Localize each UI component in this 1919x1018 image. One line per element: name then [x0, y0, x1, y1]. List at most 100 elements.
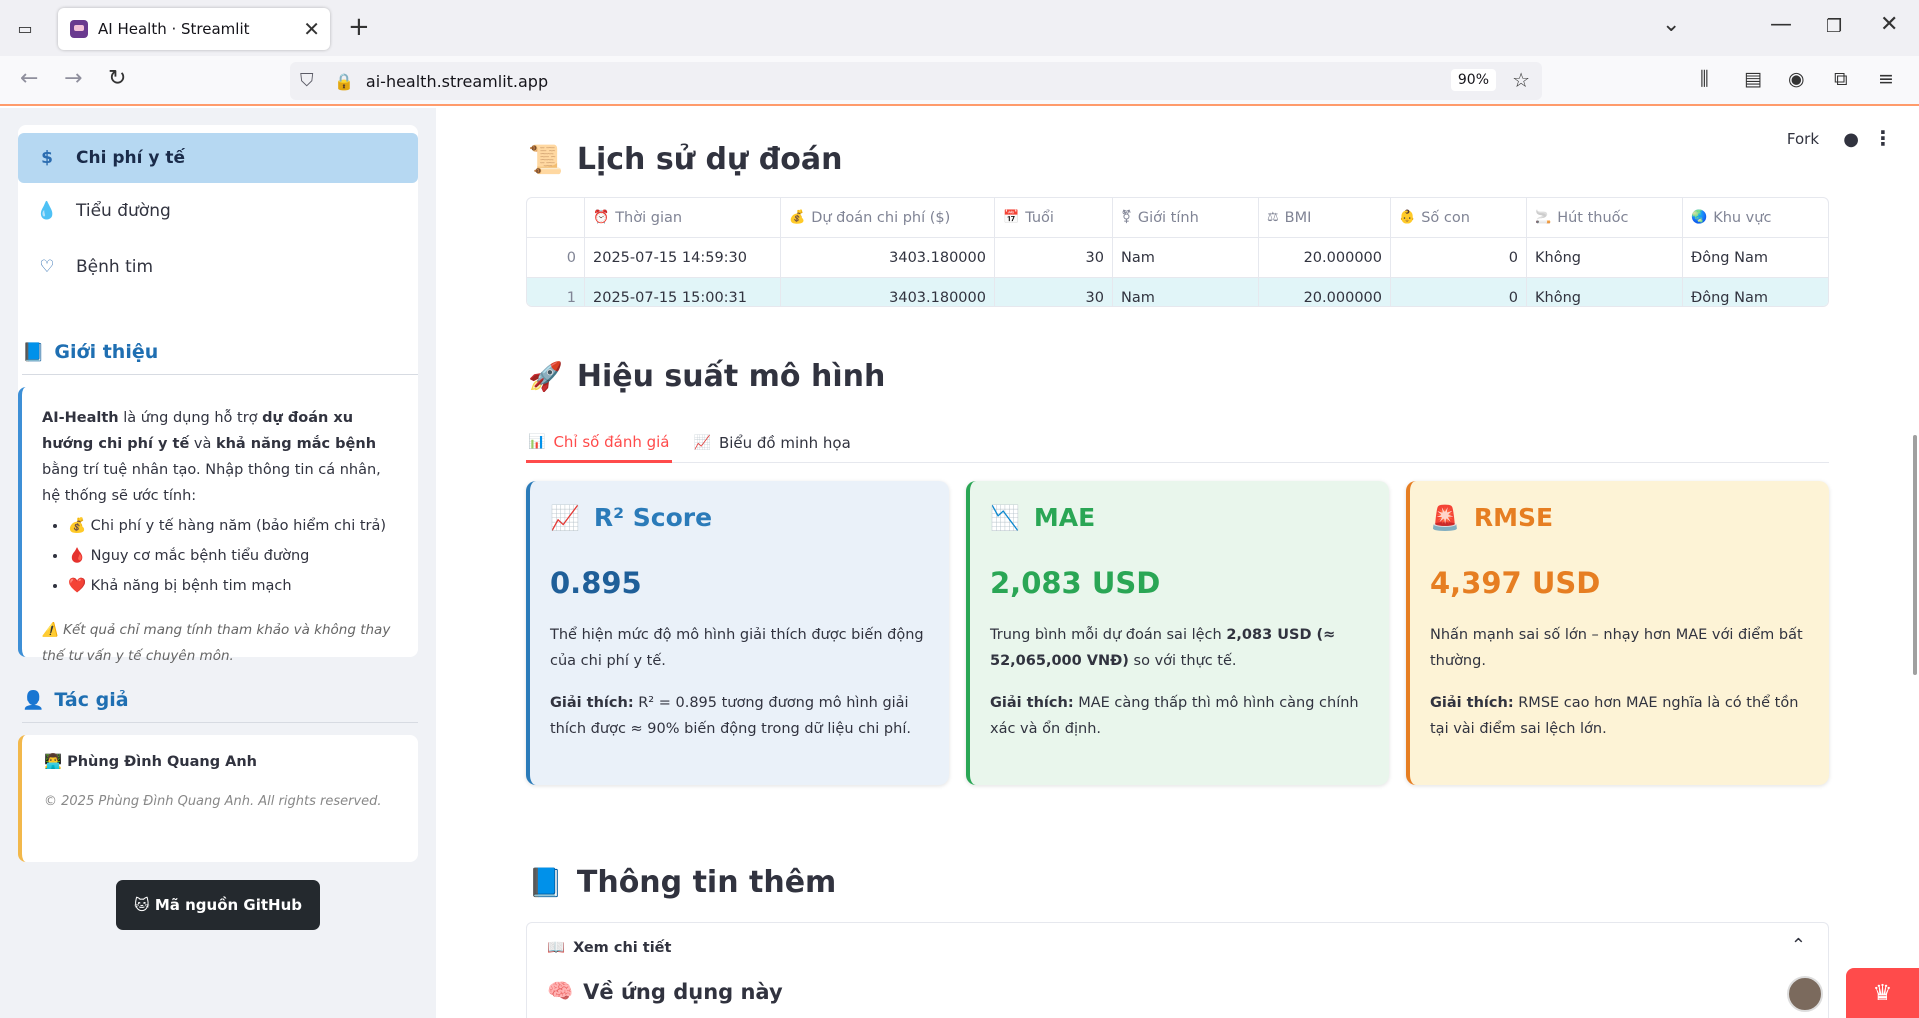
table-cell[interactable]: Nam — [1113, 278, 1259, 306]
table-cell[interactable]: 0 — [1391, 238, 1527, 277]
menu-icon[interactable]: ≡ — [1878, 68, 1894, 90]
row-index: 0 — [527, 238, 585, 277]
card-explanation: Giải thích: MAE càng thấp thì mô hình cà… — [990, 690, 1369, 742]
intro-paragraph: AI-Health là ứng dụng hỗ trợ dự đoán xu … — [42, 405, 400, 509]
table-cell[interactable]: Không — [1527, 278, 1683, 306]
performance-heading: 🚀 Hiệu suất mô hình — [528, 359, 885, 394]
tab-label: Biểu đồ minh họa — [718, 434, 851, 452]
history-table: ⏰ Thời gian 💰 Dự đoán chi phí ($) 📅 Tuổi ⚧ G… — [526, 197, 1829, 307]
table-cell[interactable]: 3403.180000 — [781, 238, 995, 277]
back-icon[interactable]: ← — [20, 66, 38, 91]
intro-brand: AI-Health — [42, 410, 119, 426]
forward-icon[interactable]: → — [64, 66, 82, 91]
table-cell[interactable]: 30 — [995, 278, 1113, 306]
streamlit-crown-icon[interactable]: ♛ — [1846, 968, 1919, 1018]
table-cell[interactable]: 0 — [1391, 278, 1527, 306]
index-header — [527, 198, 585, 237]
details-expander[interactable]: 📖 Xem chi tiết ⌃ 🧠 Về ứng dụng này — [526, 922, 1829, 1018]
dollar-icon: $ — [41, 148, 53, 168]
column-header[interactable]: 💰 Dự đoán chi phí ($) — [781, 198, 995, 237]
explain-label: Giải thích: — [550, 695, 634, 711]
explain-label: Giải thích: — [990, 695, 1074, 711]
reader-view-icon[interactable]: ▤ — [1744, 68, 1762, 90]
expander-header[interactable]: 📖 Xem chi tiết — [547, 939, 672, 957]
lock-icon[interactable]: 🔒 — [334, 72, 354, 91]
table-cell[interactable]: Nam — [1113, 238, 1259, 277]
table-cell[interactable]: 20.000000 — [1259, 238, 1391, 277]
sidebar-item-label: Chi phí y tế — [76, 148, 185, 168]
more-info-title: Thông tin thêm — [576, 865, 837, 900]
table-cell[interactable]: 2025-07-15 15:00:31 — [585, 278, 781, 306]
card-value: 4,397 USD — [1430, 566, 1601, 600]
github-icon[interactable]: ● — [1843, 129, 1859, 150]
gender-icon: ⚧ — [1121, 210, 1132, 225]
chevron-up-icon[interactable]: ⌃ — [1791, 935, 1806, 956]
card-explanation: Giải thích: RMSE cao hơn MAE nghĩa là có… — [1430, 690, 1809, 742]
list-tabs-chevron-icon[interactable]: ⌄ — [1662, 12, 1680, 37]
expander-label: Xem chi tiết — [573, 939, 672, 956]
person-icon: 👤 — [22, 689, 45, 711]
reload-icon[interactable]: ↻ — [108, 66, 126, 91]
sidebar-item-benh-tim[interactable]: ♡ Bệnh tim — [18, 239, 418, 295]
more-options-icon[interactable]: ⋮ — [1873, 126, 1893, 150]
zoom-level[interactable]: 90% — [1450, 69, 1496, 91]
tab-charts[interactable]: 📈 Biểu đồ minh họa — [692, 423, 853, 463]
github-source-button[interactable]: 🐱 Mã nguồn GitHub — [116, 880, 320, 930]
intro-heading: 📘 Giới thiệu — [22, 341, 158, 363]
new-tab-icon[interactable]: + — [348, 12, 370, 42]
table-cell[interactable]: 20.000000 — [1259, 278, 1391, 306]
sidebar-item-label: Bệnh tim — [76, 257, 154, 277]
table-cell[interactable]: Đông Nam — [1683, 278, 1828, 306]
table-cell[interactable]: Không — [1527, 238, 1683, 277]
shield-icon[interactable]: ⛉ — [300, 70, 320, 92]
money-bag-icon: 💰 — [789, 210, 806, 225]
table-header-row: ⏰ Thời gian 💰 Dự đoán chi phí ($) 📅 Tuổi ⚧ G… — [527, 198, 1828, 238]
column-header[interactable]: ⚖ BMI — [1259, 198, 1391, 237]
performance-title: Hiệu suất mô hình — [576, 359, 886, 394]
extensions-icon[interactable]: ⧉ — [1834, 68, 1848, 90]
tab-label: Chỉ số đánh giá — [553, 432, 670, 451]
column-header[interactable]: 🌏 Khu vực — [1683, 198, 1828, 237]
explain-label: Giải thích: — [1430, 695, 1514, 711]
account-icon[interactable]: ◉ — [1788, 68, 1805, 90]
table-cell[interactable]: 3403.180000 — [781, 278, 995, 306]
page-scrollbar[interactable] — [1913, 435, 1917, 675]
row-index: 1 — [527, 278, 585, 306]
column-header[interactable]: ⚧ Giới tính — [1113, 198, 1259, 237]
column-header[interactable]: 👶 Số con — [1391, 198, 1527, 237]
cigarette-icon: 🚬 — [1535, 210, 1552, 225]
table-cell[interactable]: 2025-07-15 14:59:30 — [585, 238, 781, 277]
sidebar: $ Chi phí y tế 💧 Tiểu đường ♡ Bệnh tim 📘… — [0, 108, 436, 1018]
table-cell[interactable]: Đông Nam — [1683, 238, 1828, 277]
url-text[interactable]: ai-health.streamlit.app — [366, 72, 548, 91]
restore-icon[interactable]: ❐ — [1826, 16, 1842, 37]
calendar-icon: 📅 — [1003, 210, 1020, 225]
table-cell[interactable]: 30 — [995, 238, 1113, 277]
card-value: 2,083 USD — [990, 566, 1161, 600]
avatar[interactable] — [1787, 976, 1823, 1012]
tab-list-icon[interactable]: ▭ — [10, 14, 40, 42]
table-row[interactable]: 0 2025-07-15 14:59:30 3403.180000 30 Nam… — [527, 238, 1828, 278]
bookmark-star-icon[interactable]: ☆ — [1512, 68, 1530, 92]
url-bar[interactable]: ⛉ 🔒 ai-health.streamlit.app 90% ☆ — [290, 62, 1542, 100]
column-header[interactable]: 📅 Tuổi — [995, 198, 1113, 237]
close-tab-icon[interactable]: ✕ — [303, 17, 320, 41]
close-window-icon[interactable]: ✕ — [1880, 12, 1898, 37]
card-value: 0.895 — [550, 566, 642, 600]
more-info-heading: 📘 Thông tin thêm — [528, 865, 836, 900]
browser-tab-bar: ▭ AI Health · Streamlit ✕ + ⌄ — ❐ ✕ — [0, 0, 1919, 56]
minimize-icon[interactable]: — — [1770, 12, 1792, 37]
fork-link[interactable]: Fork — [1787, 130, 1819, 148]
library-icon[interactable]: ⫼ — [1700, 68, 1709, 90]
table-row[interactable]: 1 2025-07-15 15:00:31 3403.180000 30 Nam… — [527, 278, 1828, 306]
sidebar-item-chi-phi[interactable]: $ Chi phí y tế — [18, 133, 418, 183]
rocket-icon: 🚀 — [528, 360, 563, 393]
column-header[interactable]: ⏰ Thời gian — [585, 198, 781, 237]
book-icon: 📘 — [528, 866, 563, 899]
sidebar-item-tieu-duong[interactable]: 💧 Tiểu đường — [18, 183, 418, 239]
tab-metrics[interactable]: 📊 Chỉ số đánh giá — [526, 423, 672, 463]
browser-tab[interactable]: AI Health · Streamlit ✕ — [58, 8, 330, 50]
column-header[interactable]: 🚬 Hút thuốc — [1527, 198, 1683, 237]
column-header-label: Số con — [1421, 209, 1470, 226]
chart-increasing-icon: 📈 — [550, 503, 580, 532]
